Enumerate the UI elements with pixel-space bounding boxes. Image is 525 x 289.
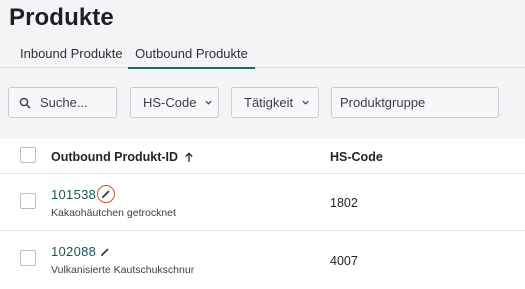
select-all-checkbox[interactable] [20, 147, 36, 163]
search-placeholder: Suche... [40, 95, 88, 110]
tab-inbound-products[interactable]: Inbound Produkte [20, 46, 123, 68]
chevron-down-icon [302, 100, 309, 105]
column-header-product-id-label: Outbound Produkt-ID [51, 150, 179, 164]
search-input[interactable]: Suche... [8, 87, 117, 118]
product-id-link[interactable]: 101538 [51, 187, 96, 202]
arrow-up-icon [185, 151, 193, 162]
chevron-down-icon [205, 100, 213, 105]
hs-code-value: 1802 [330, 196, 358, 210]
tab-outbound-products[interactable]: Outbound Produkte [128, 46, 255, 69]
search-icon [19, 97, 31, 109]
product-id-link[interactable]: 102088 [51, 244, 96, 259]
column-header-hs-code[interactable]: HS-Code [330, 150, 383, 164]
product-group-placeholder: Produktgruppe [340, 95, 426, 110]
pencil-icon [101, 190, 110, 199]
hs-code-dropdown[interactable]: HS-Code [130, 87, 219, 118]
product-tabs: Inbound Produkte Outbound Produkte [0, 40, 525, 69]
edit-button[interactable] [96, 243, 114, 261]
hs-code-dropdown-label: HS-Code [143, 95, 197, 110]
product-group-field[interactable]: Produktgruppe [331, 87, 499, 118]
edit-button[interactable] [97, 185, 115, 203]
activity-dropdown-label: Tätigkeit [244, 95, 294, 110]
table-header: Outbound Produkt-ID HS-Code [0, 139, 525, 174]
row-checkbox[interactable] [20, 250, 36, 266]
pencil-icon [100, 248, 109, 257]
activity-dropdown[interactable]: Tätigkeit [231, 87, 319, 118]
column-header-product-id[interactable]: Outbound Produkt-ID [51, 150, 194, 164]
page-title: Produkte [9, 4, 114, 31]
product-description: Vulkanisierte Kautschukschnur [51, 264, 195, 276]
row-checkbox[interactable] [20, 193, 36, 209]
product-description: Kakaohäutchen getrocknet [51, 207, 176, 219]
products-table: Outbound Produkt-ID HS-Code 101538 Kakao… [0, 139, 525, 289]
table-row: 102088 Vulkanisierte Kautschukschnur 400… [0, 231, 525, 289]
table-row: 101538 Kakaohäutchen getrocknet 1802 [0, 174, 525, 231]
hs-code-value: 4007 [330, 254, 358, 268]
